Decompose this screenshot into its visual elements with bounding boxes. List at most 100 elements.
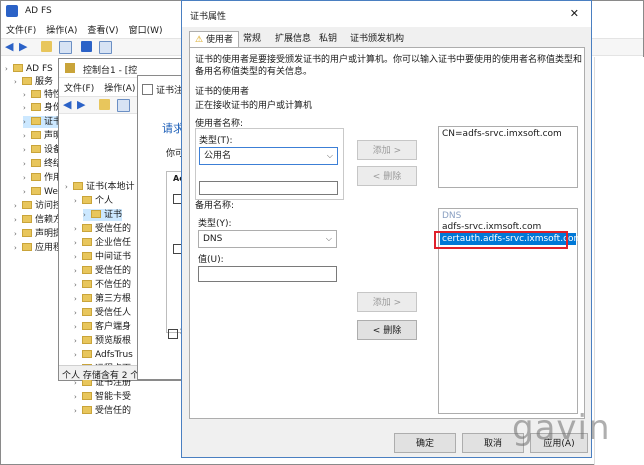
console-tree-item[interactable]: › 中间证书 (74, 251, 131, 263)
subject-list[interactable]: CN=adfs-srvc.imxsoft.com (438, 126, 578, 188)
chevron-icon[interactable]: › (65, 181, 73, 193)
adfs-tree-item[interactable]: › 服务 (14, 76, 53, 88)
chevron-icon[interactable]: › (74, 265, 82, 277)
remove-subject-button[interactable]: < 删除 (357, 166, 417, 186)
remove-alt-button[interactable]: < 删除 (357, 320, 417, 340)
subject-list-item[interactable]: CN=adfs-srvc.imxsoft.com (439, 127, 577, 141)
adfs-tree-item[interactable]: › 设备 (23, 144, 62, 156)
alt-name-group: 类型(Y): DNS ⌵ 值(U): (195, 210, 342, 282)
alt-type-label: 类型(Y): (198, 219, 232, 229)
up-folder-icon[interactable] (99, 99, 110, 110)
chevron-icon[interactable]: › (74, 321, 82, 333)
chevron-icon[interactable]: › (74, 335, 82, 347)
chevron-icon[interactable]: › (74, 237, 82, 249)
console-tree-item[interactable]: › 受信任的 (74, 405, 131, 417)
console-tree-item[interactable]: › 受信任的 (74, 223, 131, 235)
adfs-tree-item[interactable]: › AD FS (5, 63, 53, 75)
chevron-icon[interactable]: › (23, 144, 31, 156)
console-tree-item[interactable]: › 第三方根 (74, 293, 131, 305)
subject-type-select[interactable]: 公用名 ⌵ (199, 147, 338, 165)
tab-subject[interactable]: ⚠ 使用者 (189, 31, 239, 48)
chevron-icon[interactable]: › (14, 242, 22, 254)
console-tree-item[interactable]: › 客户端身 (74, 321, 131, 333)
tab-ca[interactable]: 证书颁发机构 (347, 31, 407, 47)
alt-value-input[interactable] (198, 266, 337, 282)
console-tree-item[interactable]: › 受信任人 (74, 307, 131, 319)
wizard-title: 证书注 (156, 86, 184, 96)
alt-value-label: 值(U): (198, 255, 224, 265)
chevron-icon[interactable]: › (23, 102, 31, 114)
chevron-icon[interactable]: › (23, 186, 31, 198)
folder-icon (31, 103, 41, 111)
tab-extensions[interactable]: 扩展信息 (271, 31, 315, 47)
add-alt-button[interactable]: 添加 > (357, 292, 417, 312)
chevron-icon[interactable]: › (14, 214, 22, 226)
adfs-menu-view[interactable]: 查看(V) (82, 21, 123, 38)
adfs-tree-item[interactable]: › 身份 (23, 102, 62, 114)
adfs-tree-item[interactable]: › Wel (23, 186, 60, 198)
forward-arrow-icon[interactable]: ▶ (19, 40, 27, 53)
chevron-icon[interactable]: › (74, 405, 82, 417)
chevron-icon[interactable]: › (74, 293, 82, 305)
adfs-tree-item[interactable]: › 证书 (23, 116, 63, 128)
console-tree-item[interactable]: › 企业信任 (74, 237, 131, 249)
chevron-icon[interactable]: › (23, 130, 31, 142)
show-hide-tree-icon[interactable] (117, 99, 130, 112)
console-menu-file[interactable]: 文件(F) (59, 79, 99, 96)
chevron-icon[interactable]: › (74, 195, 82, 207)
console-tree-item[interactable]: › AdfsTrus (74, 349, 133, 361)
wizard-checkbox-3[interactable] (168, 329, 178, 339)
console-tree-item[interactable]: › 预览版根 (74, 335, 131, 347)
chevron-icon[interactable]: › (74, 279, 82, 291)
tab-general[interactable]: 常规 (240, 31, 264, 47)
adfs-tree-item[interactable]: › 终结 (23, 158, 62, 170)
up-folder-icon[interactable] (41, 41, 52, 52)
chevron-icon[interactable]: › (74, 349, 82, 361)
chevron-icon[interactable]: › (14, 200, 22, 212)
console-tree-label: 受信任的 (95, 406, 132, 416)
forward-arrow-icon[interactable]: ▶ (77, 98, 85, 111)
subject-value-input[interactable] (199, 181, 338, 195)
add-subject-button[interactable]: 添加 > (357, 140, 417, 160)
chevron-icon[interactable]: › (23, 172, 31, 184)
back-arrow-icon[interactable]: ◀ (63, 98, 71, 111)
adfs-menu-action[interactable]: 操作(A) (41, 21, 82, 38)
chevron-icon[interactable]: › (23, 116, 31, 128)
chevron-icon[interactable]: › (74, 307, 82, 319)
chevron-icon[interactable]: › (23, 89, 31, 101)
help-icon[interactable] (81, 41, 92, 52)
folder-icon (22, 201, 32, 209)
console-tree-item[interactable]: › 证书 (83, 209, 123, 221)
back-arrow-icon[interactable]: ◀ (5, 40, 13, 53)
show-hide-tree-icon[interactable] (59, 41, 72, 54)
chevron-icon[interactable]: › (74, 223, 82, 235)
adfs-menu-file[interactable]: 文件(F) (1, 21, 41, 38)
console-menu-action[interactable]: 操作(A) (99, 79, 140, 96)
chevron-icon[interactable]: › (14, 76, 22, 88)
subject-type-label: 类型(T): (199, 136, 233, 146)
chevron-icon[interactable]: › (23, 158, 31, 170)
tab-private-key[interactable]: 私钥 (316, 31, 340, 47)
adfs-tree-item[interactable]: › 作用 (23, 172, 62, 184)
close-icon[interactable]: ✕ (570, 7, 579, 20)
console-tree-label: 预览版根 (95, 336, 132, 346)
chevron-icon[interactable]: › (74, 391, 82, 403)
console-tree-item[interactable]: › 受信任的 (74, 265, 131, 277)
adfs-tree-item[interactable]: › 特性 (23, 89, 62, 101)
chevron-icon[interactable]: › (74, 251, 82, 263)
alt-list-header: DNS (442, 211, 462, 221)
properties-icon[interactable] (99, 41, 112, 54)
ok-button[interactable]: 确定 (394, 433, 456, 453)
adfs-menu-window[interactable]: 窗口(W) (124, 21, 168, 38)
alt-type-select[interactable]: DNS ⌵ (198, 230, 337, 248)
console-tree-item[interactable]: › 不信任的 (74, 279, 131, 291)
adfs-tree-item[interactable]: › 声明 (23, 130, 62, 142)
chevron-icon[interactable]: › (83, 209, 91, 221)
console-tree-item[interactable]: › 证书(本地计 (65, 181, 135, 193)
console-tree-item[interactable]: › 智能卡受 (74, 391, 131, 403)
folder-icon (22, 229, 32, 237)
chevron-icon[interactable]: › (14, 228, 22, 240)
adfs-app-icon (6, 5, 18, 17)
console-tree-item[interactable]: › 个人 (74, 195, 113, 207)
chevron-icon[interactable]: › (5, 63, 13, 75)
